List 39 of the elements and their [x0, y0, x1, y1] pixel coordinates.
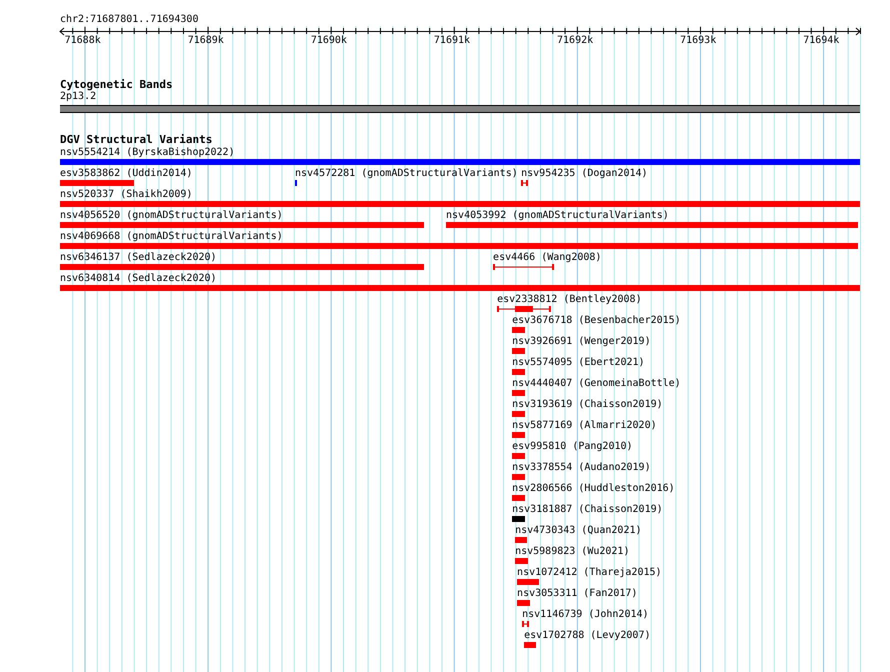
variant-label: nsv5574095 (Ebert2021) — [512, 357, 645, 368]
variant-label: nsv3053311 (Fan2017) — [517, 588, 638, 599]
track-title: Cytogenetic Bands — [60, 78, 173, 91]
variant-label: nsv4572281 (gnomADStructuralVariants) — [294, 168, 518, 179]
variant-label: esv995810 (Pang2010) — [512, 441, 633, 452]
region-title: chr2:71687801..71694300 — [60, 14, 198, 25]
variant-label: nsv520337 (Shaikh2009) — [60, 189, 192, 200]
variant-label: nsv3926691 (Wenger2019) — [512, 336, 651, 347]
variant-label: nsv5989823 (Wu2021) — [515, 546, 630, 557]
variant-label: nsv3378554 (Audano2019) — [512, 462, 651, 473]
variant-label: esv1702788 (Levy2007) — [524, 630, 650, 641]
variant-label: esv4466 (Wang2008) — [493, 252, 602, 263]
variant-label: nsv3181887 (Chaisson2019) — [512, 504, 663, 515]
variant-label: nsv3193619 (Chaisson2019) — [512, 399, 663, 410]
tick-label: 71688k — [64, 35, 101, 46]
variant-label: nsv4730343 (Quan2021) — [515, 525, 642, 536]
variant-label: nsv6340814 (Sedlazeck2020) — [60, 273, 217, 284]
tick-label: 71690k — [310, 35, 347, 46]
variant-label: nsv4053992 (gnomADStructuralVariants) — [446, 210, 669, 221]
variant-label: esv3676718 (Besenbacher2015) — [512, 315, 681, 326]
tick-label: 71689k — [188, 35, 224, 46]
band-label: 2p13.2 — [60, 91, 96, 102]
tick-label: 71691k — [434, 35, 470, 46]
variant-label: nsv4069668 (gnomADStructuralVariants) — [60, 231, 283, 242]
variant-label: nsv954235 (Dogan2014) — [521, 168, 648, 179]
variant-label: nsv6346137 (Sedlazeck2020) — [60, 252, 217, 263]
variant-label: esv3583862 (Uddin2014) — [60, 168, 192, 179]
tick-label: 71692k — [557, 35, 594, 46]
track-title: DGV Structural Variants — [60, 133, 212, 146]
variant-label: nsv1072412 (Thareja2015) — [517, 567, 662, 578]
variant-label: nsv5554214 (ByrskaBishop2022) — [60, 147, 235, 158]
variant-label: nsv5877169 (Almarri2020) — [512, 420, 657, 431]
variant-label: nsv4440407 (GenomeinaBottle) — [512, 378, 681, 389]
variant-label: esv2338812 (Bentley2008) — [497, 294, 642, 305]
tick-label: 71693k — [680, 35, 716, 46]
tick-label: 71694k — [803, 35, 840, 46]
variant-label: nsv1146739 (John2014) — [522, 609, 649, 620]
variant-label: nsv2806566 (Huddleston2016) — [512, 483, 675, 494]
variant-label: nsv4056520 (gnomADStructuralVariants) — [60, 210, 283, 221]
